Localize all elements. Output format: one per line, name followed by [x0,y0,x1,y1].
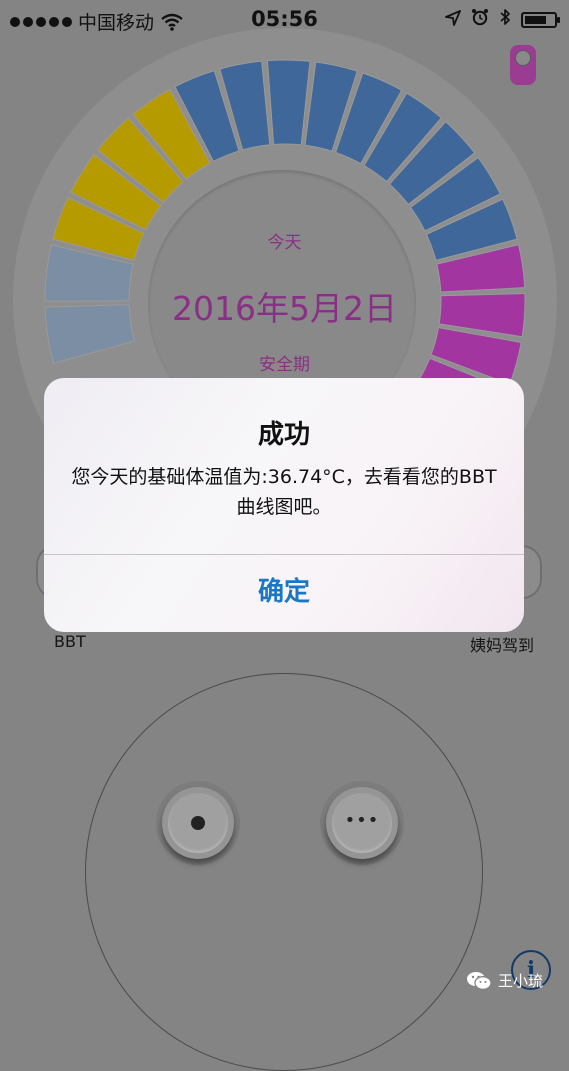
record-button[interactable] [162,787,234,859]
alert-message: 您今天的基础体温值为:36.74°C，去看看您的BBT曲线图吧。 [71,466,497,518]
cycle-phase-label: 安全期 [259,355,310,375]
dot-icon [191,816,205,830]
today-date: 2016年5月2日 [172,289,397,328]
more-button[interactable]: ••• [326,787,398,859]
period-arrival-label: 姨妈驾到 [470,636,535,655]
alert-title: 成功 [257,420,310,450]
more-icon: ••• [344,810,380,831]
wechat-icon [466,971,492,991]
success-alert: 成功 您今天的基础体温值为:36.74°C，去看看您的BBT曲线图吧。 确定 [44,378,524,632]
confirm-button[interactable]: 确定 [44,555,524,632]
watermark-text: 王小琉 [498,972,544,990]
bbt-label: BBT [54,632,86,651]
control-dome [85,673,483,1071]
today-label: 今天 [267,233,302,253]
watermark: 王小琉 [466,970,543,991]
